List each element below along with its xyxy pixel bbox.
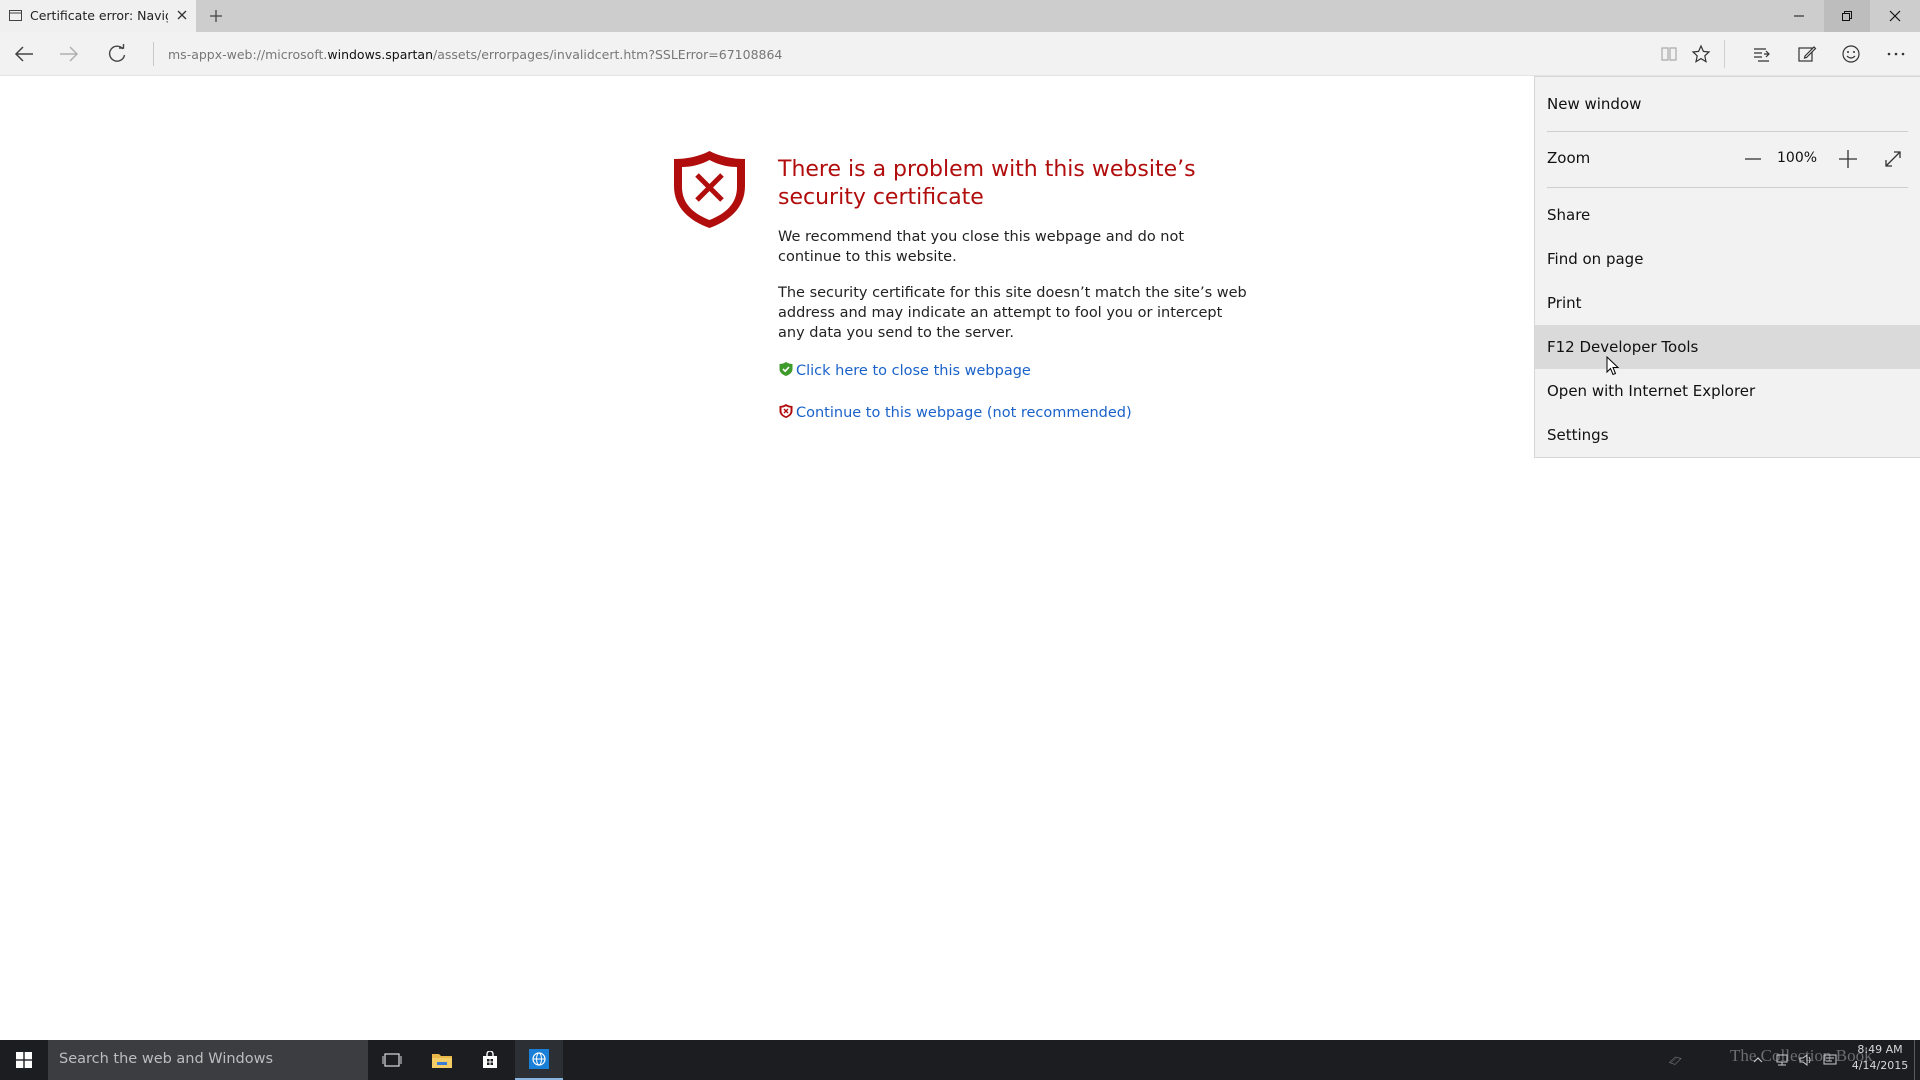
- menu-item-developer-tools[interactable]: F12 Developer Tools: [1535, 325, 1920, 369]
- taskbar: Search the web and Windows: [0, 1040, 1920, 1080]
- hub-button[interactable]: [1749, 41, 1775, 67]
- arrow-right-icon: [60, 46, 79, 62]
- reading-view-button[interactable]: [1656, 41, 1682, 67]
- restore-button[interactable]: [1824, 0, 1870, 32]
- windows-logo-icon: [16, 1052, 32, 1068]
- menu-item-new-window[interactable]: New window: [1535, 82, 1920, 126]
- refresh-button[interactable]: [104, 41, 130, 67]
- tab-close-icon[interactable]: [174, 7, 190, 23]
- smiley-icon: [1842, 45, 1860, 63]
- zoom-in-icon[interactable]: [1837, 148, 1859, 170]
- chevron-up-icon[interactable]: [1750, 1052, 1766, 1068]
- favorite-button[interactable]: [1688, 41, 1714, 67]
- error-description: The security certificate for this site d…: [778, 285, 1247, 341]
- store-icon: [483, 1051, 497, 1068]
- network-icon[interactable]: [1774, 1052, 1790, 1068]
- menu-item-label: New window: [1547, 95, 1642, 113]
- menu-item-print[interactable]: Print: [1535, 281, 1920, 325]
- shield-x-icon: [779, 404, 793, 418]
- close-webpage-link[interactable]: Click here to close this webpage: [778, 362, 1031, 379]
- url-field[interactable]: ms-appx-web://microsoft.windows.spartan/…: [168, 47, 782, 62]
- menu-item-label: Print: [1547, 294, 1582, 312]
- menu-item-label: F12 Developer Tools: [1547, 338, 1699, 356]
- clock-time: 8:49 AM: [1857, 1043, 1903, 1056]
- close-icon: [1889, 10, 1901, 22]
- continue-webpage-link[interactable]: Continue to this webpage (not recommende…: [778, 404, 1132, 421]
- start-button[interactable]: [0, 1040, 48, 1080]
- menu-item-label: Settings: [1547, 426, 1609, 444]
- minimize-icon: [1794, 15, 1804, 17]
- star-icon: [1691, 44, 1711, 63]
- watermark-book-icon: [1668, 1056, 1682, 1065]
- browser-taskbar-button[interactable]: [515, 1040, 563, 1080]
- url-prefix: ms-appx-web://microsoft.: [168, 47, 328, 62]
- address-divider: [153, 42, 154, 66]
- search-placeholder: Search the web and Windows: [59, 1051, 274, 1067]
- hub-icon: [1754, 48, 1770, 62]
- show-desktop-button[interactable]: [1914, 1040, 1915, 1080]
- menu-item-label: Find on page: [1547, 250, 1644, 268]
- zoom-out-icon[interactable]: [1743, 149, 1763, 169]
- restore-icon: [1842, 11, 1852, 21]
- fullscreen-icon[interactable]: [1883, 149, 1903, 169]
- close-webpage-text: Click here to close this webpage: [796, 363, 1031, 379]
- more-icon: [1887, 52, 1905, 56]
- task-view-button[interactable]: [368, 1040, 416, 1080]
- error-recommendation: We recommend that you close this webpage…: [778, 229, 1185, 265]
- continue-webpage-text: Continue to this webpage (not recommende…: [796, 405, 1132, 421]
- search-box[interactable]: Search the web and Windows: [48, 1040, 368, 1080]
- back-button[interactable]: [11, 41, 37, 67]
- task-view-icon: [382, 1053, 402, 1067]
- menu-separator: [1547, 187, 1908, 188]
- globe-icon: [529, 1049, 549, 1069]
- menu-item-share[interactable]: Share: [1535, 193, 1920, 237]
- web-note-button[interactable]: [1794, 41, 1820, 67]
- menu-separator: [1547, 131, 1908, 132]
- more-button[interactable]: [1883, 41, 1909, 67]
- page-icon: [9, 10, 22, 21]
- close-window-button[interactable]: [1872, 0, 1918, 32]
- more-actions-menu: New window Zoom 100% Share Find on page …: [1534, 76, 1920, 458]
- mouse-cursor-icon: [1606, 356, 1620, 376]
- volume-icon[interactable]: [1798, 1052, 1814, 1068]
- menu-item-label: Open with Internet Explorer: [1547, 382, 1756, 400]
- refresh-icon: [108, 44, 126, 62]
- feedback-button[interactable]: [1838, 41, 1864, 67]
- file-explorer-button[interactable]: [418, 1040, 466, 1080]
- system-clock[interactable]: 8:49 AM 4/14/2015: [1850, 1042, 1910, 1074]
- title-bar: Certificate error: Navigatio: [0, 0, 1920, 32]
- toolbar-separator: [1724, 40, 1725, 68]
- forward-button[interactable]: [56, 41, 82, 67]
- browser-tab[interactable]: Certificate error: Navigatio: [0, 0, 196, 32]
- book-icon: [1661, 47, 1677, 61]
- shield-error-icon: [674, 151, 745, 228]
- folder-icon: [432, 1054, 452, 1068]
- menu-item-settings[interactable]: Settings: [1535, 413, 1920, 457]
- tab-title: Certificate error: Navigatio: [30, 8, 168, 23]
- pen-icon: [1798, 46, 1817, 62]
- zoom-row: Zoom 100%: [1535, 137, 1920, 181]
- url-suffix: /assets/errorpages/invalidcert.htm?SSLEr…: [433, 47, 783, 62]
- menu-item-find-on-page[interactable]: Find on page: [1535, 237, 1920, 281]
- menu-item-open-with-ie[interactable]: Open with Internet Explorer: [1535, 369, 1920, 413]
- store-button[interactable]: [466, 1040, 514, 1080]
- arrow-left-icon: [14, 46, 33, 62]
- new-tab-icon[interactable]: [207, 7, 225, 25]
- minimize-button[interactable]: [1776, 0, 1822, 32]
- error-title: There is a problem with this website’s s…: [778, 157, 1196, 210]
- action-center-icon[interactable]: [1822, 1052, 1838, 1068]
- clock-date: 4/14/2015: [1851, 1059, 1909, 1072]
- url-host: windows.spartan: [327, 47, 434, 62]
- zoom-label: Zoom: [1547, 149, 1591, 167]
- menu-item-label: Share: [1547, 206, 1591, 224]
- shield-check-icon: [779, 362, 793, 376]
- zoom-value: 100%: [1777, 150, 1818, 166]
